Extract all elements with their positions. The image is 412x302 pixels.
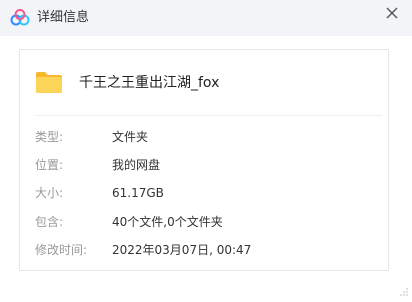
detail-row-modified: 修改时间: 2022年03月07日, 00:47: [35, 241, 382, 259]
file-name: 千王之王重出江湖_fox: [79, 75, 220, 91]
details-dialog: 详细信息 千王之王重出江湖_fox 类型: 文件夹 位置: 我的网盘 大小: 6…: [0, 0, 412, 302]
dialog-title: 详细信息: [37, 10, 90, 25]
detail-row-contains: 包含: 40个文件,0个文件夹: [35, 213, 382, 231]
detail-value: 文件夹: [112, 130, 149, 144]
detail-label: 大小:: [35, 186, 64, 200]
details-panel: 千王之王重出江湖_fox 类型: 文件夹 位置: 我的网盘 大小: 61.17G…: [19, 49, 389, 271]
detail-row-type: 类型: 文件夹: [35, 128, 382, 146]
folder-icon: [36, 72, 62, 93]
divider: [35, 115, 382, 116]
detail-value: 我的网盘: [112, 158, 161, 172]
detail-label: 修改时间:: [35, 243, 88, 257]
detail-row-size: 大小: 61.17GB: [35, 184, 382, 202]
detail-value: 40个文件,0个文件夹: [112, 215, 223, 229]
baidu-netdisk-icon: [10, 9, 30, 26]
title-bar[interactable]: 详细信息: [0, 0, 412, 36]
close-icon[interactable]: [384, 5, 400, 21]
detail-label: 位置:: [35, 158, 64, 172]
detail-label: 类型:: [35, 130, 64, 144]
detail-row-location: 位置: 我的网盘: [35, 156, 382, 174]
detail-value: 2022年03月07日, 00:47: [112, 243, 252, 257]
resize-grip-icon[interactable]: [399, 287, 409, 297]
detail-value: 61.17GB: [112, 186, 164, 200]
detail-label: 包含:: [35, 215, 64, 229]
